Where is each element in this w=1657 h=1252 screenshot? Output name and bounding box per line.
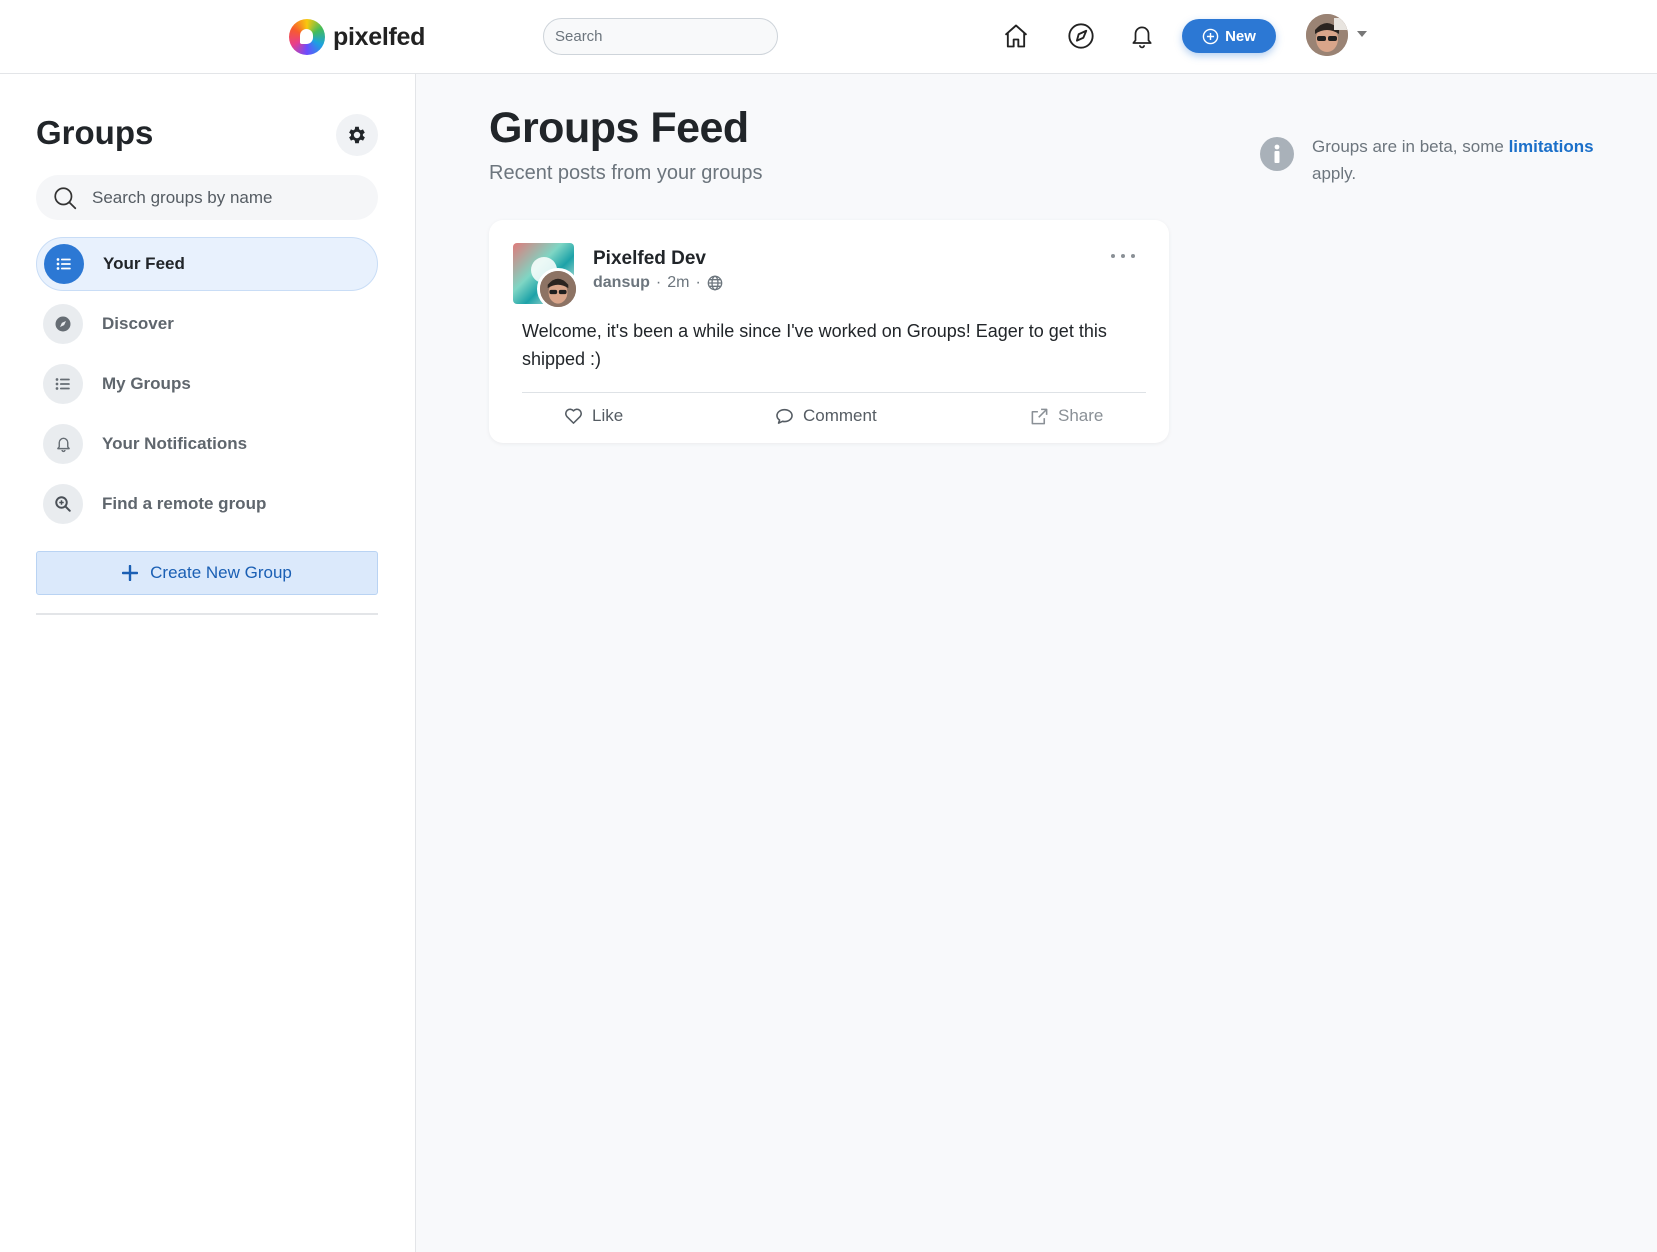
post-body: Welcome, it's been a while since I've wo…: [522, 321, 1107, 369]
new-post-label: New: [1225, 27, 1256, 45]
post-time[interactable]: 2m: [667, 274, 689, 292]
beta-notice: Groups are in beta, some limitations app…: [1260, 133, 1620, 187]
gear-icon: [349, 126, 365, 144]
search-icon: [54, 186, 77, 209]
pixelfed-logo-icon: [289, 19, 325, 55]
beta-notice-prefix: Groups are in beta, some: [1312, 137, 1504, 156]
plus-circle-icon: [1202, 28, 1219, 44]
share-button[interactable]: Share: [1030, 406, 1103, 426]
post-divider: [522, 392, 1146, 393]
info-icon: [1260, 137, 1294, 171]
page-subtitle: Recent posts from your groups: [489, 162, 763, 184]
sidebar-item-find-remote-group[interactable]: Find a remote group: [36, 477, 378, 531]
create-new-group-label: Create New Group: [150, 563, 292, 582]
like-button[interactable]: Like: [564, 406, 623, 426]
sidebar-item-discover[interactable]: Discover: [36, 297, 378, 351]
post-group-name[interactable]: Pixelfed Dev: [593, 248, 706, 270]
sidebar-item-label: Find a remote group: [102, 494, 267, 513]
sidebar-title: Groups: [36, 114, 154, 151]
bell-icon: [43, 424, 83, 464]
global-search-input[interactable]: [543, 18, 778, 55]
list-icon: [43, 364, 83, 404]
sidebar-item-your-feed[interactable]: Your Feed: [36, 237, 378, 291]
plus-icon: [122, 565, 139, 581]
sidebar-item-label: Your Feed: [103, 254, 185, 273]
page-title: Groups Feed: [489, 104, 749, 152]
create-new-group-button[interactable]: Create New Group: [36, 551, 378, 595]
post-options-icon[interactable]: [1111, 250, 1135, 262]
comment-label: Comment: [803, 406, 877, 425]
group-post-card: Pixelfed Dev dansup · 2m · Welcome, it's…: [489, 220, 1169, 443]
groups-search-input[interactable]: [92, 187, 352, 208]
notifications-bell-icon[interactable]: [1125, 19, 1159, 53]
globe-icon: [707, 275, 723, 291]
sidebar-item-label: Discover: [102, 314, 174, 333]
like-label: Like: [592, 406, 624, 425]
groups-search-box: [36, 175, 378, 220]
sidebar-item-my-groups[interactable]: My Groups: [36, 357, 378, 411]
comment-icon: [776, 408, 793, 424]
user-avatar[interactable]: [1306, 14, 1348, 56]
comment-button[interactable]: Comment: [775, 406, 877, 426]
sidebar-divider: [36, 613, 378, 615]
meta-separator: ·: [655, 274, 662, 291]
sidebar-item-your-notifications[interactable]: Your Notifications: [36, 417, 378, 471]
limitations-link[interactable]: limitations: [1509, 137, 1594, 156]
brand-name: pixelfed: [333, 22, 426, 51]
search-plus-icon: [43, 484, 83, 524]
explore-icon[interactable]: [1064, 19, 1098, 53]
compass-icon: [43, 304, 83, 344]
sidebar-item-label: Your Notifications: [102, 434, 248, 453]
sidebar-item-label: My Groups: [102, 374, 191, 393]
user-menu-caret-icon[interactable]: [1357, 31, 1367, 37]
external-share-icon: [1031, 408, 1048, 424]
home-icon[interactable]: [999, 19, 1033, 53]
new-post-button[interactable]: New: [1182, 19, 1276, 53]
heart-icon: [565, 408, 582, 424]
brand-link[interactable]: pixelfed: [289, 19, 425, 55]
list-icon: [44, 244, 84, 284]
top-navbar: pixelfed New: [0, 0, 1657, 74]
share-label: Share: [1058, 406, 1104, 425]
beta-notice-text: Groups are in beta, some limitations app…: [1312, 133, 1594, 187]
groups-sidebar: Groups Your Feed Discover My Groups Your…: [0, 74, 416, 1252]
groups-settings-button[interactable]: [336, 114, 378, 156]
beta-notice-suffix: apply.: [1312, 164, 1357, 183]
post-username[interactable]: dansup: [593, 274, 650, 292]
author-avatar[interactable]: [537, 268, 579, 310]
post-meta: dansup · 2m ·: [593, 274, 723, 292]
meta-separator: ·: [695, 274, 701, 291]
